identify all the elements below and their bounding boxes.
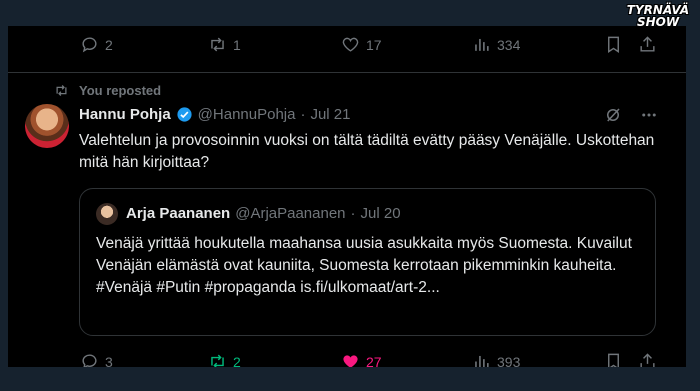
more-options-icon[interactable]: [640, 106, 658, 124]
timeline-panel: 2 1 17 334 You reposted Hannu Pohja @Han…: [8, 26, 686, 367]
heart-icon: [343, 355, 358, 367]
quoted-tweet-header: Arja Paananen @ArjaPaananen · Jul 20: [126, 205, 401, 222]
bottom-frame-bar: [0, 367, 700, 391]
quoted-tweet[interactable]: Arja Paananen @ArjaPaananen · Jul 20 Ven…: [79, 188, 656, 336]
share-icon: [640, 36, 655, 52]
repost-count: 1: [233, 36, 241, 53]
views-count: 334: [497, 36, 521, 53]
tweet-divider: [8, 72, 686, 73]
like-button[interactable]: 17: [341, 35, 382, 54]
quoted-header-separator: ·: [350, 205, 356, 222]
verified-badge-icon: [177, 107, 192, 122]
tweet-date[interactable]: Jul 21: [310, 106, 350, 123]
share-button[interactable]: [638, 352, 657, 367]
grok-icon[interactable]: [604, 106, 622, 124]
author-avatar[interactable]: [25, 104, 69, 148]
quoted-author-name: Arja Paananen: [126, 205, 231, 222]
like-count: 17: [366, 36, 382, 53]
reply-button[interactable]: 3: [80, 352, 113, 367]
share-button[interactable]: [638, 35, 657, 54]
repost-icon: [211, 354, 224, 367]
tweet-top-controls: [604, 106, 658, 124]
reply-button[interactable]: 2: [80, 35, 113, 54]
repost-icon: [211, 37, 224, 52]
views-count: 393: [497, 353, 521, 368]
tweet-header: Hannu Pohja @HannuPohja · Jul 21: [79, 106, 351, 123]
bookmark-button[interactable]: [604, 35, 623, 54]
author-handle[interactable]: @HannuPohja: [198, 106, 296, 123]
author-name[interactable]: Hannu Pohja: [79, 106, 171, 123]
bookmark-button[interactable]: [604, 352, 623, 367]
repost-label: You reposted: [79, 83, 162, 98]
views-icon: [475, 355, 489, 367]
quoted-author-handle: @ArjaPaananen: [235, 205, 346, 222]
share-icon: [640, 353, 655, 367]
like-button[interactable]: 27: [341, 352, 382, 367]
repost-icon: [56, 85, 67, 96]
reply-icon: [82, 37, 97, 53]
reply-count: 2: [105, 36, 113, 53]
reply-icon: [82, 354, 97, 367]
views-button[interactable]: 393: [472, 352, 520, 367]
views-icon: [475, 38, 489, 51]
like-count: 27: [366, 353, 382, 368]
previous-tweet-actions: 2 1 17 334: [8, 35, 686, 61]
tweet-text: Valehtelun ja provosoinnin vuoksi on täl…: [79, 132, 655, 171]
bookmark-icon: [608, 36, 619, 53]
tweet-actions: 3 2 27 393: [8, 352, 686, 367]
reply-count: 3: [105, 353, 113, 368]
repost-count: 2: [233, 353, 241, 368]
top-frame-bar: [0, 0, 700, 26]
header-separator: ·: [300, 106, 306, 123]
repost-button[interactable]: 2: [208, 352, 241, 367]
bookmark-icon: [608, 353, 619, 367]
quoted-author-avatar: [96, 203, 118, 225]
heart-icon: [342, 37, 359, 52]
views-button[interactable]: 334: [472, 35, 520, 54]
quoted-tweet-text: Venäjä yrittää houkutella maahansa uusia…: [96, 235, 632, 296]
quoted-tweet-date: Jul 20: [360, 205, 401, 222]
repost-button[interactable]: 1: [208, 35, 241, 54]
repost-indicator: You reposted: [54, 83, 161, 98]
